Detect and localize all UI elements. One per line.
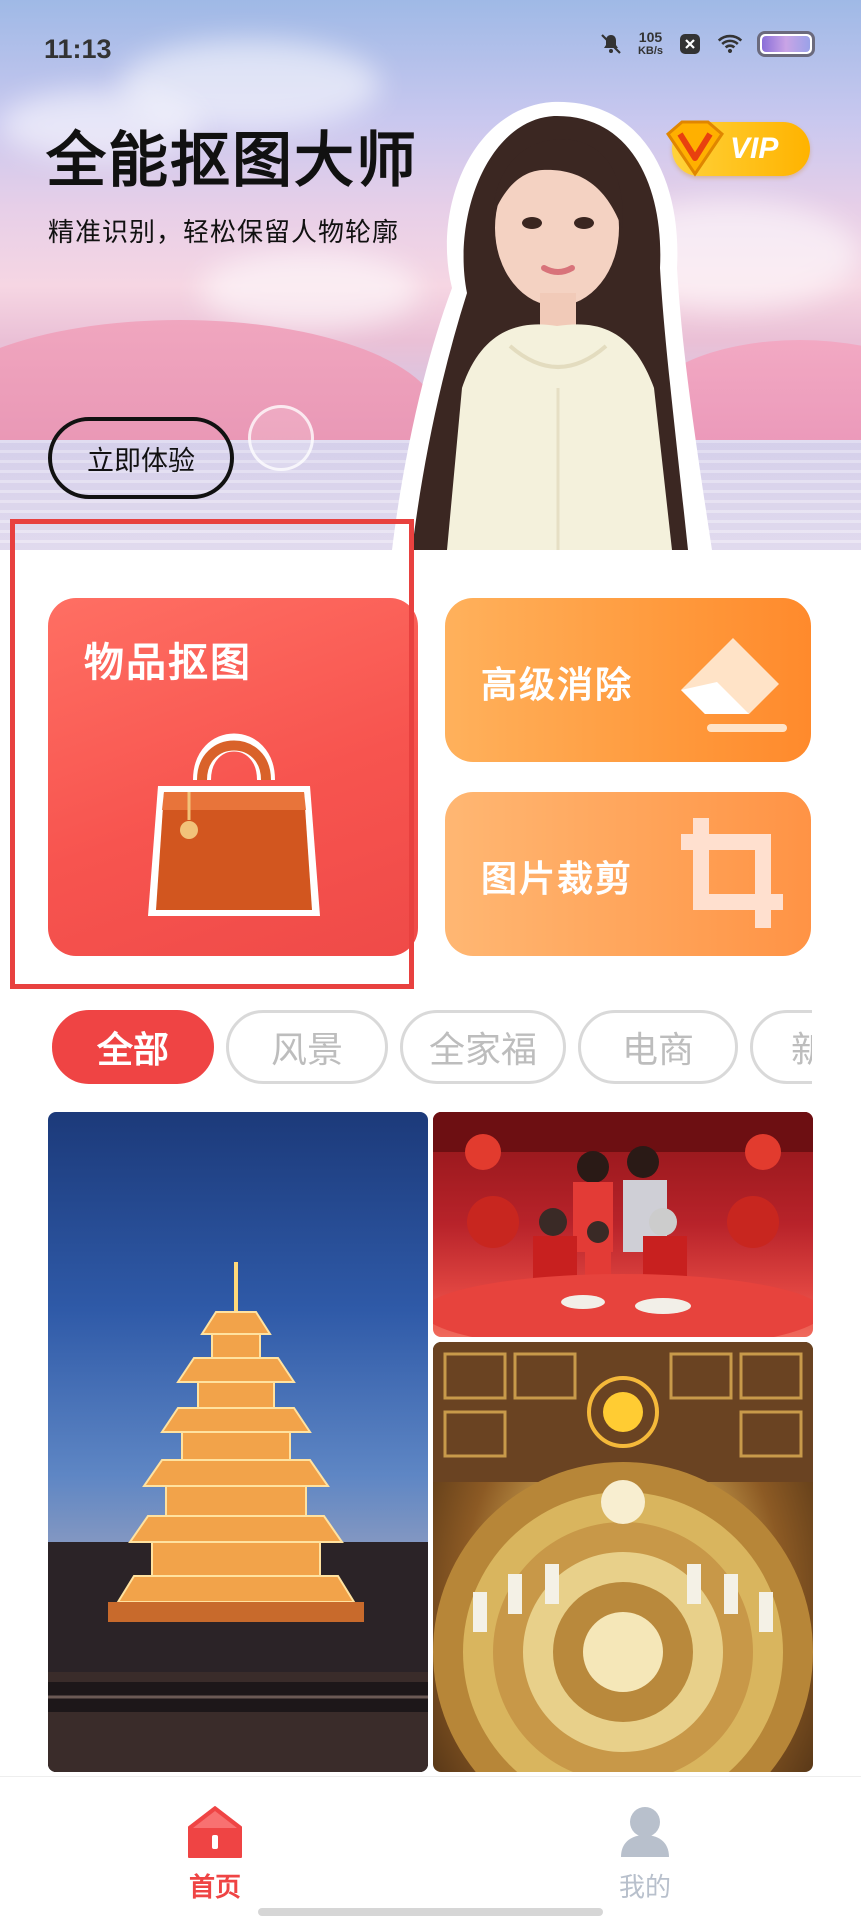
- try-now-button[interactable]: 立即体验: [48, 417, 234, 499]
- template-image-family[interactable]: [433, 1112, 813, 1337]
- status-bar: 11:13 105 KB/s: [0, 0, 861, 100]
- handbag-icon: [148, 733, 320, 916]
- category-chip-scenery[interactable]: 风景: [226, 1010, 388, 1084]
- eraser-icon: [681, 638, 787, 732]
- hero-title: 全能抠图大师: [46, 126, 418, 196]
- vip-label: VIP: [730, 132, 779, 165]
- category-chip-family-photo[interactable]: 全家福: [400, 1010, 566, 1084]
- nav-home-label: 首页: [188, 1873, 241, 1903]
- battery-icon: [757, 31, 815, 57]
- crop-icon: [681, 818, 783, 928]
- cloud-decoration: [200, 250, 420, 330]
- nav-home[interactable]: 首页: [155, 1805, 275, 1904]
- template-image-pagoda[interactable]: [48, 1112, 428, 1772]
- hero-subtitle: 精准识别，轻松保留人物轮廓: [48, 218, 400, 248]
- template-image-dome[interactable]: [433, 1342, 813, 1772]
- net-speed-value: 105: [638, 29, 663, 45]
- wifi-icon: [717, 31, 743, 57]
- advanced-erase-label: 高级消除: [481, 665, 634, 706]
- dome-illustration: [433, 1342, 813, 1772]
- image-crop-label: 图片裁剪: [481, 859, 634, 900]
- category-tabs: 全部 风景 全家福 电商 新: [52, 1010, 812, 1086]
- bottom-navigation: 首页 我的: [0, 1776, 861, 1920]
- category-chip-all[interactable]: 全部: [52, 1010, 214, 1084]
- hero-banner[interactable]: 11:13 105 KB/s 全能抠图大师 精准识别，轻松保留人物轮廓 立即体验: [0, 0, 861, 550]
- pagoda-illustration: [48, 1262, 428, 1772]
- gesture-home-indicator[interactable]: [258, 1908, 603, 1916]
- image-crop-card[interactable]: 图片裁剪: [445, 792, 811, 956]
- family-illustration: [433, 1112, 813, 1337]
- profile-icon: [621, 1807, 669, 1857]
- object-cutout-label: 物品抠图: [84, 640, 252, 686]
- status-icons: 105 KB/s: [598, 30, 815, 58]
- status-time: 11:13: [44, 34, 112, 64]
- nav-profile[interactable]: 我的: [585, 1805, 705, 1904]
- bubble-decoration: [248, 405, 314, 471]
- net-speed: 105 KB/s: [638, 30, 663, 58]
- mute-icon: [598, 31, 624, 57]
- nav-profile-label: 我的: [618, 1873, 671, 1903]
- advanced-erase-card[interactable]: 高级消除: [445, 598, 811, 762]
- vip-gem-icon: [666, 120, 724, 177]
- notification-x-icon: [677, 31, 703, 57]
- home-icon: [188, 1806, 242, 1858]
- net-speed-unit: KB/s: [637, 45, 663, 57]
- category-chip-ecommerce[interactable]: 电商: [578, 1010, 738, 1084]
- object-cutout-card[interactable]: 物品抠图: [48, 598, 418, 956]
- vip-badge[interactable]: VIP: [666, 120, 810, 177]
- category-chip-new[interactable]: 新: [750, 1010, 812, 1084]
